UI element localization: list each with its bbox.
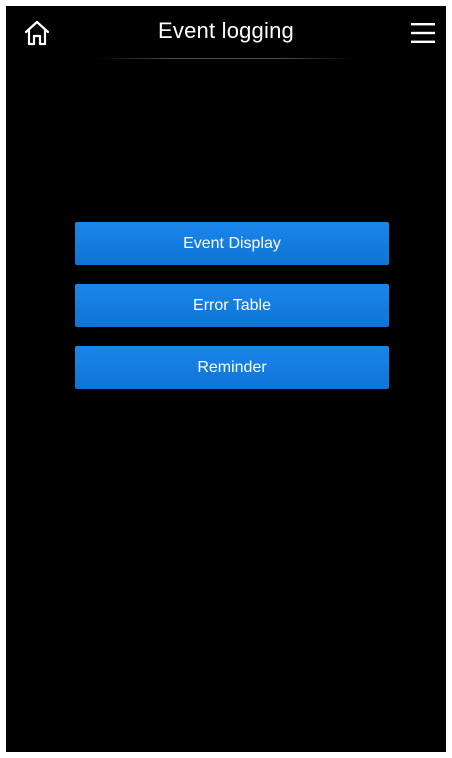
app-screen: Event logging Event Display Error Table …	[6, 6, 446, 752]
hamburger-menu-icon	[410, 21, 436, 50]
header-bar: Event logging	[6, 6, 446, 62]
home-icon	[23, 19, 51, 52]
reminder-button[interactable]: Reminder	[75, 346, 389, 389]
menu-button[interactable]	[406, 18, 440, 52]
home-button[interactable]	[20, 18, 54, 52]
event-display-button[interactable]: Event Display	[75, 222, 389, 265]
page-title: Event logging	[158, 18, 294, 43]
menu-list: Event Display Error Table Reminder	[75, 222, 389, 408]
error-table-button[interactable]: Error Table	[75, 284, 389, 327]
title-divider	[96, 58, 356, 59]
